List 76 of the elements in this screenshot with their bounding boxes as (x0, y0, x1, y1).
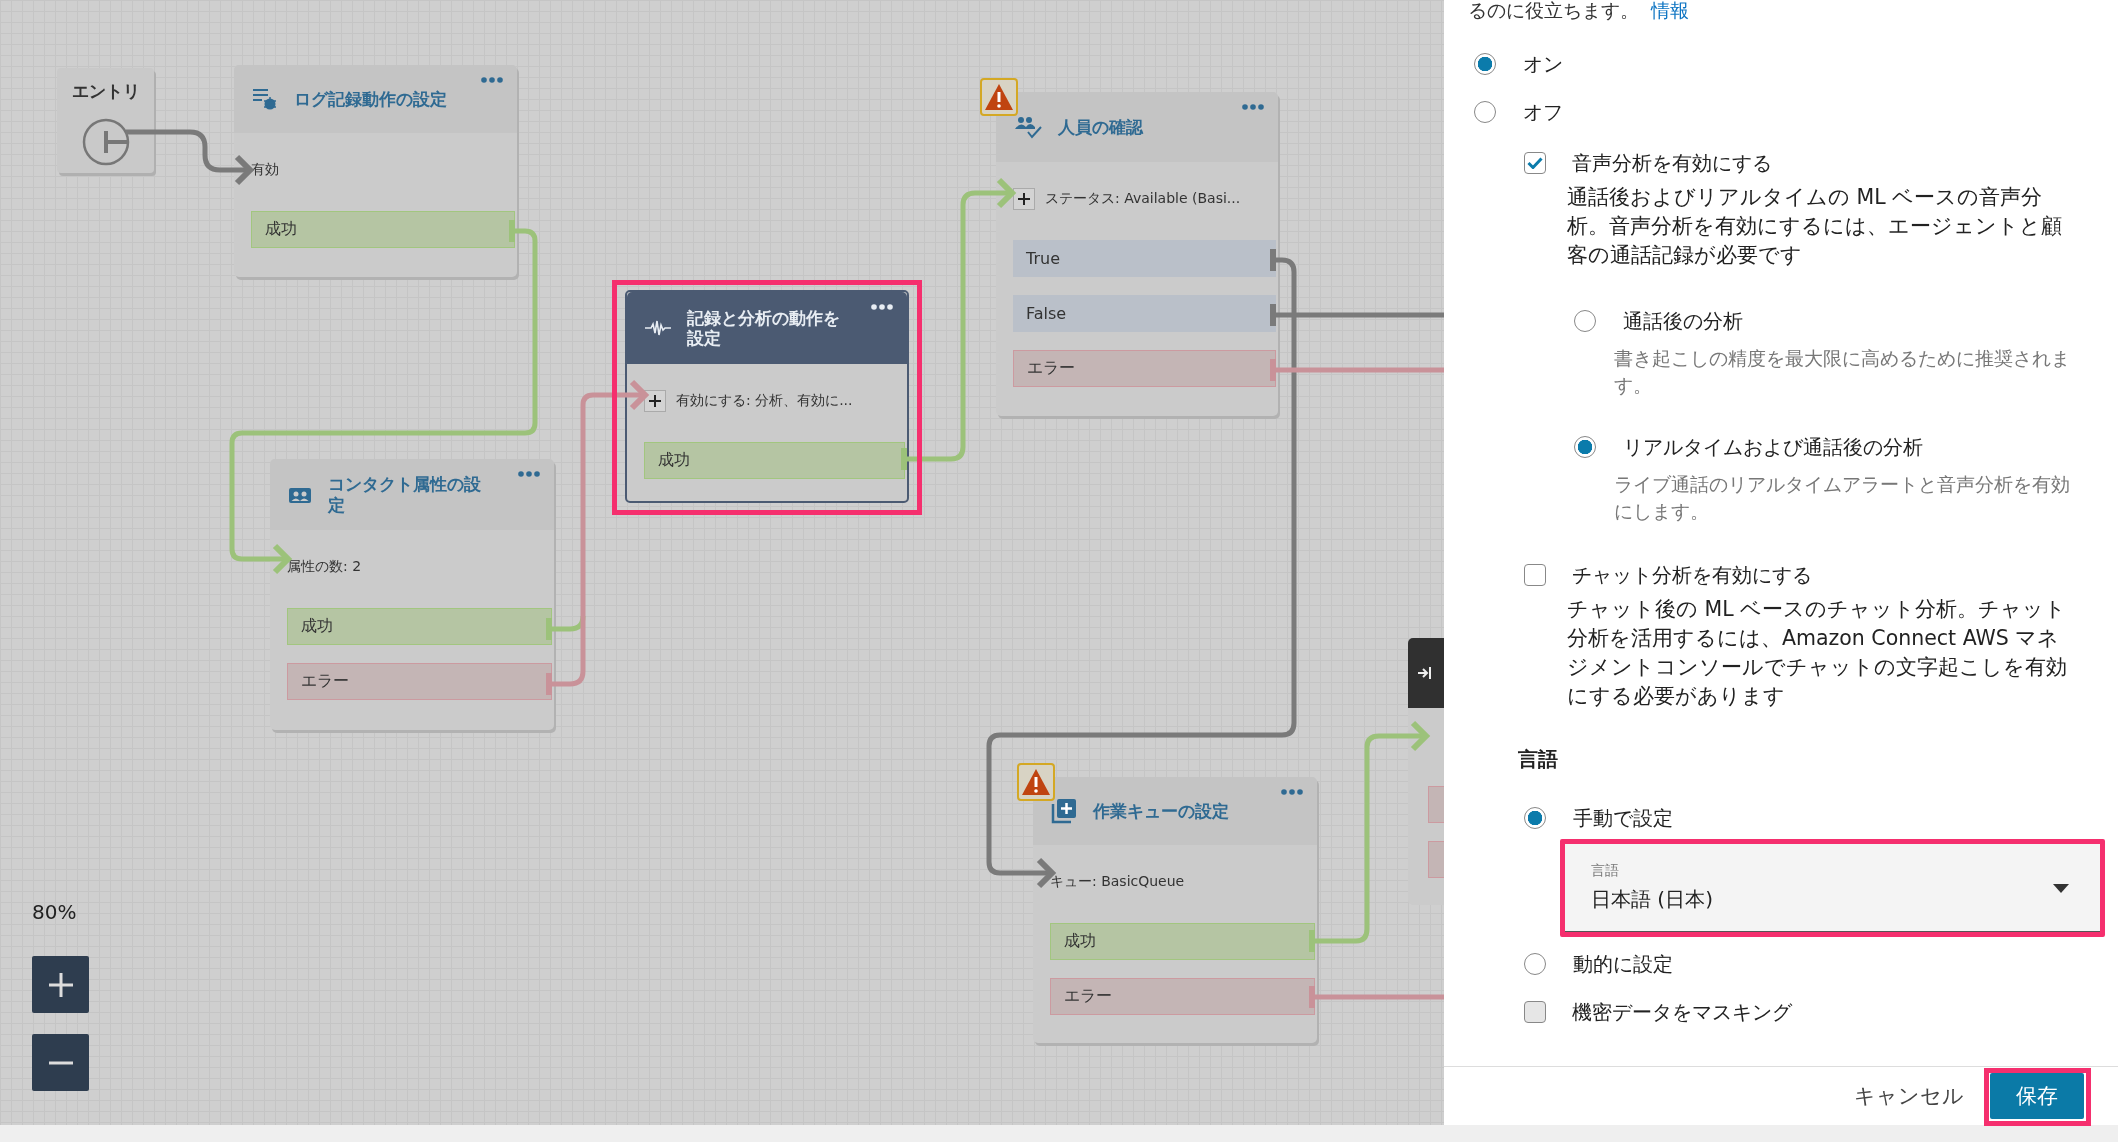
option-label: オフ (1523, 98, 1563, 126)
zoom-in-button[interactable] (32, 956, 89, 1013)
branch-row (1428, 786, 1444, 823)
more-icon[interactable] (518, 471, 540, 477)
checkbox[interactable] (1524, 1001, 1546, 1023)
entry-block[interactable]: エントリ (57, 68, 154, 173)
info-link[interactable]: 情報 (1651, 0, 1689, 22)
option-label: 通話後の分析 (1623, 307, 1743, 335)
block-title: コンタクト属性の設定 (328, 474, 482, 515)
log-icon (252, 87, 278, 111)
option-hint: ライブ通話のリアルタイムアラートと音声分析を有効にします。 (1614, 472, 2071, 524)
arrow-icon (1418, 667, 1432, 679)
option-description: チャット後の ML ベースのチャット分析。チャット分析を活用するには、Amazon Connect AWS マネジメントコンソールでチャットの文字起こしを有効にする必要があります (1567, 596, 2067, 710)
block-detail: 属性の数: 2 (287, 558, 362, 576)
radio-button[interactable] (1524, 807, 1546, 829)
block-title: ログ記録動作の設定 (294, 88, 447, 110)
branch-row (1428, 841, 1444, 878)
radio-button[interactable] (1574, 436, 1596, 458)
zoom-level: 80% (32, 900, 77, 924)
radio-button[interactable] (1474, 101, 1496, 123)
flow-block[interactable]: 記録と分析の動作を設定 有効にする: 分析、有効に... 成功 (625, 290, 909, 503)
option-label: 手動で設定 (1573, 804, 1673, 832)
flow-block[interactable]: ログ記録動作の設定 有効 成功 (234, 65, 517, 277)
radio-button[interactable] (1524, 953, 1546, 975)
minus-icon (47, 1060, 74, 1065)
option-label: 動的に設定 (1573, 950, 1673, 978)
branch-row: 成功 (287, 608, 552, 645)
option-hint: 書き起こしの精度を最大限に高めるために推奨されます。 (1614, 346, 2071, 398)
branch-row: True (1013, 240, 1276, 277)
plus-icon (47, 971, 74, 998)
option-description: 通話後およびリアルタイムの ML ベースの音声分析。音声分析を有効にするには、エージェントと顧客の通話記録が必要です (1567, 184, 2063, 269)
expand-icon[interactable] (644, 390, 666, 412)
more-icon[interactable] (481, 77, 503, 83)
radio-button[interactable] (1474, 53, 1496, 75)
start-icon (80, 117, 131, 167)
checkbox[interactable] (1524, 564, 1546, 586)
more-icon[interactable] (1242, 104, 1264, 110)
block-detail: 有効 (251, 161, 279, 179)
caret-icon (2053, 884, 2069, 893)
cancel-button[interactable]: キャンセル (1850, 1076, 1968, 1116)
save-button[interactable]: 保存 (1990, 1073, 2084, 1119)
flow-block[interactable]: コンタクト属性の設定 属性の数: 2 成功 エラー (270, 459, 554, 730)
option-label: 機密データをマスキング (1572, 998, 1792, 1026)
block-title: 記録と分析の動作を設定 (687, 307, 841, 349)
more-icon[interactable] (1281, 789, 1303, 795)
option-label: 音声分析を有効にする (1572, 149, 1772, 177)
radio-button[interactable] (1574, 310, 1596, 332)
option-label: オン (1523, 50, 1563, 78)
people-check-icon (1014, 115, 1042, 139)
section-heading: 言語 (1518, 746, 1559, 773)
more-icon[interactable] (871, 304, 893, 310)
block-title: 作業キューの設定 (1093, 800, 1229, 822)
checkbox[interactable] (1524, 152, 1546, 174)
branch-row: エラー (1013, 350, 1276, 387)
flow-block[interactable] (1408, 638, 1444, 905)
branch-row: エラー (1050, 978, 1315, 1015)
block-title: 人員の確認 (1058, 116, 1143, 138)
branch-row: 成功 (251, 211, 515, 248)
flow-block[interactable]: 人員の確認 ステータス: Available (Basi... True False エラー (996, 92, 1278, 416)
flow-block[interactable]: 作業キューの設定 キュー: BasicQueue 成功 エラー (1033, 777, 1317, 1043)
block-detail: キュー: BasicQueue (1050, 873, 1185, 891)
add-queue-icon (1051, 798, 1077, 824)
language-select[interactable]: 言語 日本語 (日本) (1565, 844, 2100, 932)
branch-row: False (1013, 295, 1276, 332)
branch-row: エラー (287, 663, 552, 700)
waveform-icon (645, 320, 671, 336)
option-label: チャット分析を有効にする (1572, 561, 1812, 589)
intro-text: るのに役立ちます。 (1468, 0, 1639, 22)
block-title: エントリ (71, 80, 140, 103)
block-detail: ステータス: Available (Basi... (1045, 190, 1241, 208)
option-label: リアルタイムおよび通話後の分析 (1623, 433, 1923, 461)
block-detail: 有効にする: 分析、有効に... (676, 392, 853, 410)
branch-row: 成功 (1050, 923, 1315, 960)
expand-icon[interactable] (1013, 188, 1035, 210)
zoom-out-button[interactable] (32, 1034, 89, 1091)
branch-row: 成功 (644, 442, 905, 479)
